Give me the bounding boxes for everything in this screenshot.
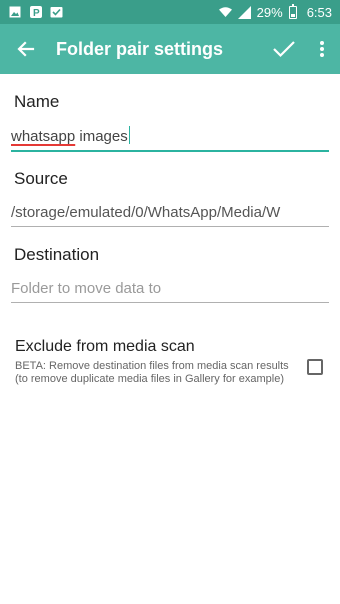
system-status: 29% 6:53 [218,3,332,20]
text-caret [128,126,131,144]
name-label: Name [14,92,60,111]
name-value-rest: images [75,128,128,145]
checklist-icon [50,6,63,19]
name-value-misspelled: whatsapp [11,128,76,145]
exclude-media-scan-checkbox[interactable] [307,359,323,375]
destination-field[interactable]: Folder to move data to [11,280,329,303]
more-options-button[interactable] [304,24,340,74]
wifi-icon [218,6,232,19]
source-label: Source [14,169,68,188]
notification-icons: P [8,6,63,19]
back-button[interactable] [2,24,50,74]
exclude-media-scan-title: Exclude from media scan [15,338,195,355]
status-bar: P 29% 6:53 [0,0,340,24]
source-field[interactable]: /storage/emulated/0/WhatsApp/Media/W [11,204,329,227]
more-vert-icon [320,41,324,57]
signal-icon [237,5,251,19]
clock: 6:53 [306,4,332,20]
app-bar-actions [264,24,340,74]
name-input[interactable]: whatsapp images [11,126,329,152]
parking-app-icon: P [29,6,42,19]
battery-icon [288,3,297,19]
save-button[interactable] [264,24,304,74]
check-icon [273,41,295,58]
arrow-left-icon [17,41,35,57]
page-title: Folder pair settings [56,38,224,59]
exclude-media-scan-description: BETA: Remove destination files from medi… [15,360,289,385]
image-icon [8,6,21,19]
app-bar: Folder pair settings [0,24,340,74]
svg-text:P: P [33,8,40,18]
destination-label: Destination [14,245,100,264]
battery-percent: 29% [256,4,283,20]
